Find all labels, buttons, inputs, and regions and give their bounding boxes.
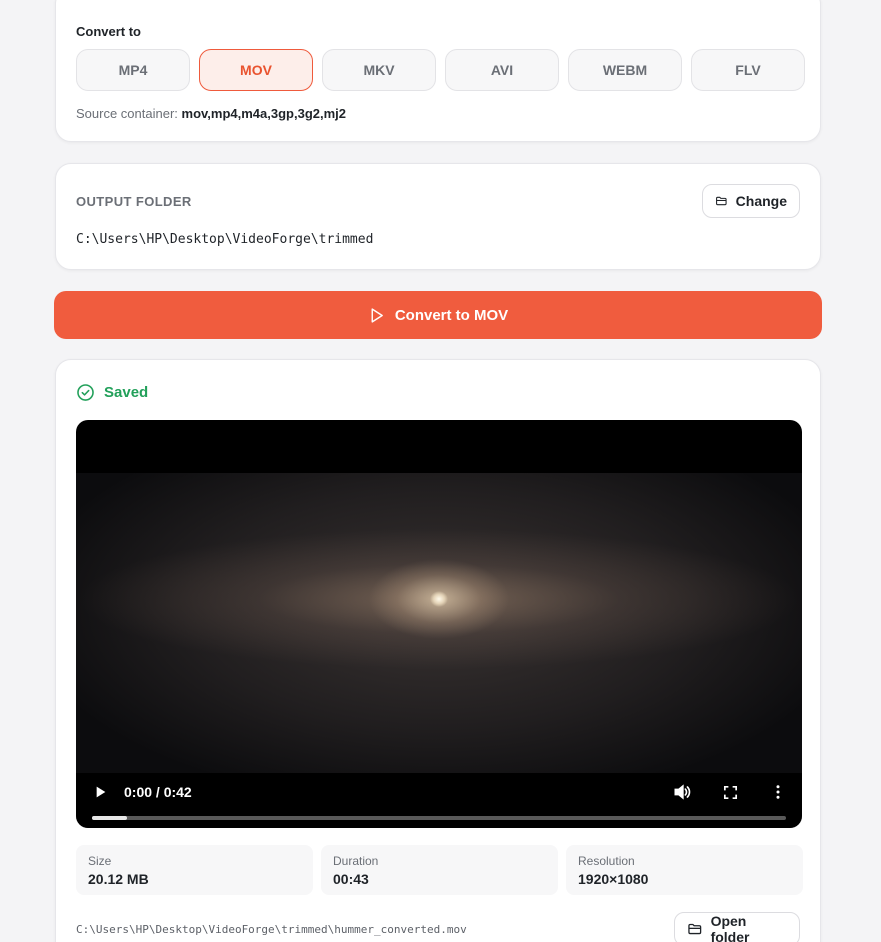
- volume-icon[interactable]: [670, 782, 694, 802]
- video-frame: [76, 473, 802, 773]
- stat-label: Duration: [333, 854, 379, 868]
- change-folder-button[interactable]: Change: [702, 184, 800, 218]
- video-progress-fill: [92, 816, 127, 820]
- format-mp4-button[interactable]: MP4: [76, 49, 190, 91]
- change-folder-label: Change: [735, 193, 787, 209]
- stat-label: Resolution: [578, 854, 635, 868]
- source-container-value: mov,mp4,m4a,3gp,3g2,mj2: [181, 106, 347, 121]
- stat-resolution: Resolution 1920×1080: [566, 845, 803, 895]
- video-controls: 0:00 / 0:42: [76, 772, 802, 828]
- folder-icon: [716, 196, 727, 206]
- video-time: 0:00 / 0:42: [124, 784, 192, 800]
- stat-duration: Duration 00:43: [321, 845, 558, 895]
- convert-button[interactable]: Convert to MOV: [54, 291, 822, 339]
- output-folder-label: OUTPUT FOLDER: [76, 194, 192, 209]
- file-stats: Size 20.12 MB Duration 00:43 Resolution …: [76, 845, 803, 895]
- saved-status-label: Saved: [104, 384, 149, 401]
- stat-label: Size: [88, 854, 112, 868]
- format-flv-button[interactable]: FLV: [691, 49, 805, 91]
- convert-card: Convert to MP4 MOV MKV AVI WEBM FLV Sour…: [55, 0, 821, 142]
- output-folder-path: C:\Users\HP\Desktop\VideoForge\trimmed: [76, 232, 374, 247]
- check-circle-icon: [77, 384, 94, 401]
- format-mkv-button[interactable]: MKV: [322, 49, 436, 91]
- stat-value: 20.12 MB: [88, 871, 149, 887]
- play-outline-icon: [371, 307, 383, 323]
- format-mov-button[interactable]: MOV: [199, 49, 313, 91]
- convert-button-label: Convert to MOV: [394, 306, 509, 324]
- stat-value: 00:43: [333, 871, 369, 887]
- video-progress-bar[interactable]: [92, 816, 786, 820]
- more-vertical-icon[interactable]: [768, 782, 788, 802]
- play-icon[interactable]: [90, 782, 110, 802]
- fullscreen-icon[interactable]: [720, 782, 740, 802]
- source-container-label: Source container:: [76, 106, 178, 121]
- open-folder-button[interactable]: Open folder: [674, 912, 800, 942]
- saved-status: Saved: [76, 383, 148, 402]
- convert-to-label: Convert to: [76, 24, 141, 39]
- video-player[interactable]: 0:00 / 0:42: [76, 420, 802, 828]
- output-file-path: C:\Users\HP\Desktop\VideoForge\trimmed\h…: [76, 923, 467, 936]
- format-avi-button[interactable]: AVI: [445, 49, 559, 91]
- stat-value: 1920×1080: [578, 871, 649, 887]
- format-selector: MP4 MOV MKV AVI WEBM FLV: [76, 49, 805, 91]
- stat-size: Size 20.12 MB: [76, 845, 313, 895]
- open-folder-label: Open folder: [710, 913, 750, 942]
- output-folder-card: OUTPUT FOLDER Change C:\Users\HP\Desktop…: [55, 163, 821, 270]
- format-webm-button[interactable]: WEBM: [568, 49, 682, 91]
- result-card: Saved 0:00 / 0:42 Size 20.12 MB Duration…: [55, 359, 821, 942]
- folder-icon: [688, 923, 702, 935]
- source-container-info: Source container: mov,mp4,m4a,3gp,3g2,mj…: [76, 106, 346, 121]
